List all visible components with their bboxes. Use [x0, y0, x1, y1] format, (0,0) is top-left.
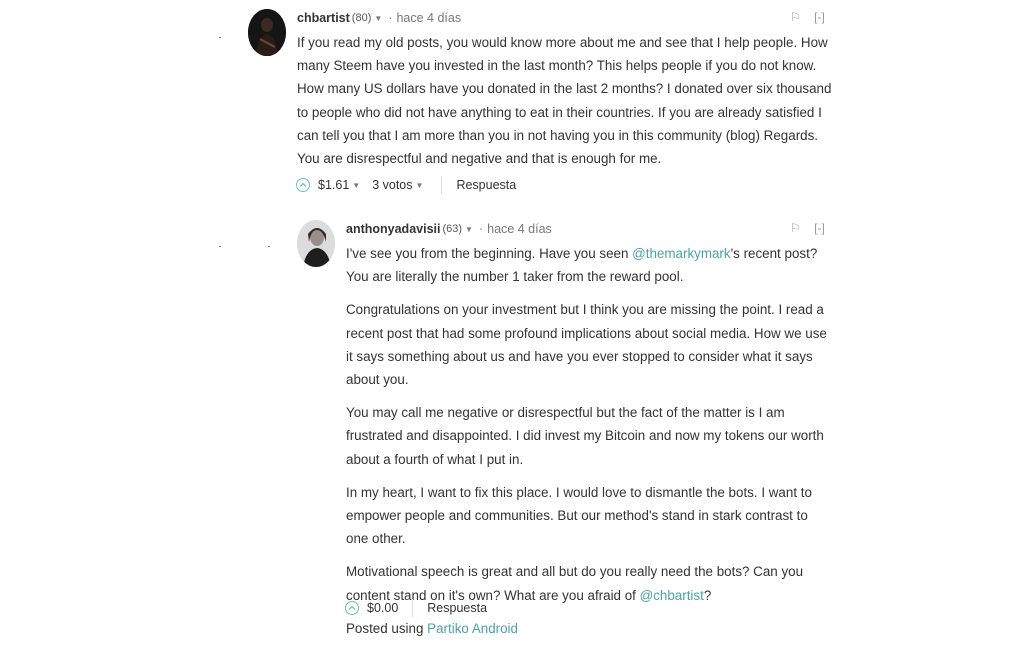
flag-icon[interactable]: ⚐ — [790, 221, 801, 235]
caret-down-icon[interactable]: ▼ — [374, 14, 382, 23]
comment-header: chbartist (80) ▼ · hace 4 días — [297, 11, 461, 25]
separator-dot: · — [478, 222, 484, 236]
upvote-button[interactable] — [296, 178, 310, 192]
payout-value[interactable]: $0.00 — [367, 601, 398, 615]
comment-paragraph: I've see you from the beginning. Have yo… — [346, 242, 832, 288]
posted-using: Posted using Partiko Android — [346, 617, 832, 640]
author-reputation: (80) — [351, 12, 372, 24]
stray-mark — [219, 246, 221, 247]
collapse-button[interactable]: [-] — [814, 10, 825, 24]
comment-paragraph: Congratulations on your investment but I… — [346, 302, 827, 388]
app-link[interactable]: Partiko Android — [427, 621, 518, 636]
caret-down-icon[interactable]: ▼ — [465, 225, 473, 234]
caret-down-icon[interactable]: ▼ — [352, 181, 360, 190]
comment-footer: $1.61 ▼ 3 votos ▼ Respuesta — [296, 176, 516, 194]
avatar[interactable] — [297, 220, 335, 267]
chevron-up-icon — [299, 182, 307, 187]
stray-mark — [268, 246, 270, 247]
stray-mark — [219, 37, 221, 38]
upvote-button[interactable] — [345, 601, 359, 615]
timestamp[interactable]: hace 4 días — [487, 222, 552, 236]
author-name[interactable]: chbartist — [297, 11, 350, 25]
mention-link[interactable]: @themarkymark — [632, 246, 730, 261]
reply-button[interactable]: Respuesta — [427, 601, 487, 615]
text: Posted using — [346, 620, 428, 636]
text: ? — [703, 587, 712, 603]
separator-dot: · — [388, 11, 393, 25]
divider — [412, 599, 414, 617]
comment-actions: ⚐ [-] — [790, 221, 825, 235]
author-reputation: (63) — [442, 223, 463, 235]
text: Motivational speech is great and all but… — [346, 564, 804, 603]
flag-icon[interactable]: ⚐ — [790, 10, 801, 24]
comment-actions: ⚐ [-] — [790, 10, 825, 24]
comment-paragraph: In my heart, I want to fix this place. I… — [346, 484, 812, 547]
payout-value[interactable]: $1.61 — [318, 178, 349, 192]
comment-paragraph: You may call me negative or disrespectfu… — [346, 405, 824, 467]
comment-paragraph: If you read my old posts, you would know… — [297, 35, 832, 167]
votes-count[interactable]: 3 votos — [372, 178, 412, 192]
timestamp[interactable]: hace 4 días — [396, 11, 461, 25]
comment-body: If you read my old posts, you would know… — [297, 31, 832, 180]
caret-down-icon[interactable]: ▼ — [416, 181, 424, 190]
comment-body: I've see you from the beginning. Have yo… — [346, 242, 832, 650]
divider — [441, 176, 443, 194]
avatar[interactable] — [248, 9, 286, 56]
collapse-button[interactable]: [-] — [814, 221, 825, 235]
text: I've see you from the beginning. Have yo… — [346, 246, 633, 261]
reply-button[interactable]: Respuesta — [456, 178, 516, 192]
comment-footer: $0.00 Respuesta — [345, 599, 487, 617]
chevron-up-icon — [348, 605, 356, 610]
author-name[interactable]: anthonyadavisii — [346, 222, 440, 236]
comment-header: anthonyadavisii (63) ▼ · hace 4 días — [346, 222, 552, 236]
mention-link[interactable]: @chbartist — [640, 588, 704, 603]
